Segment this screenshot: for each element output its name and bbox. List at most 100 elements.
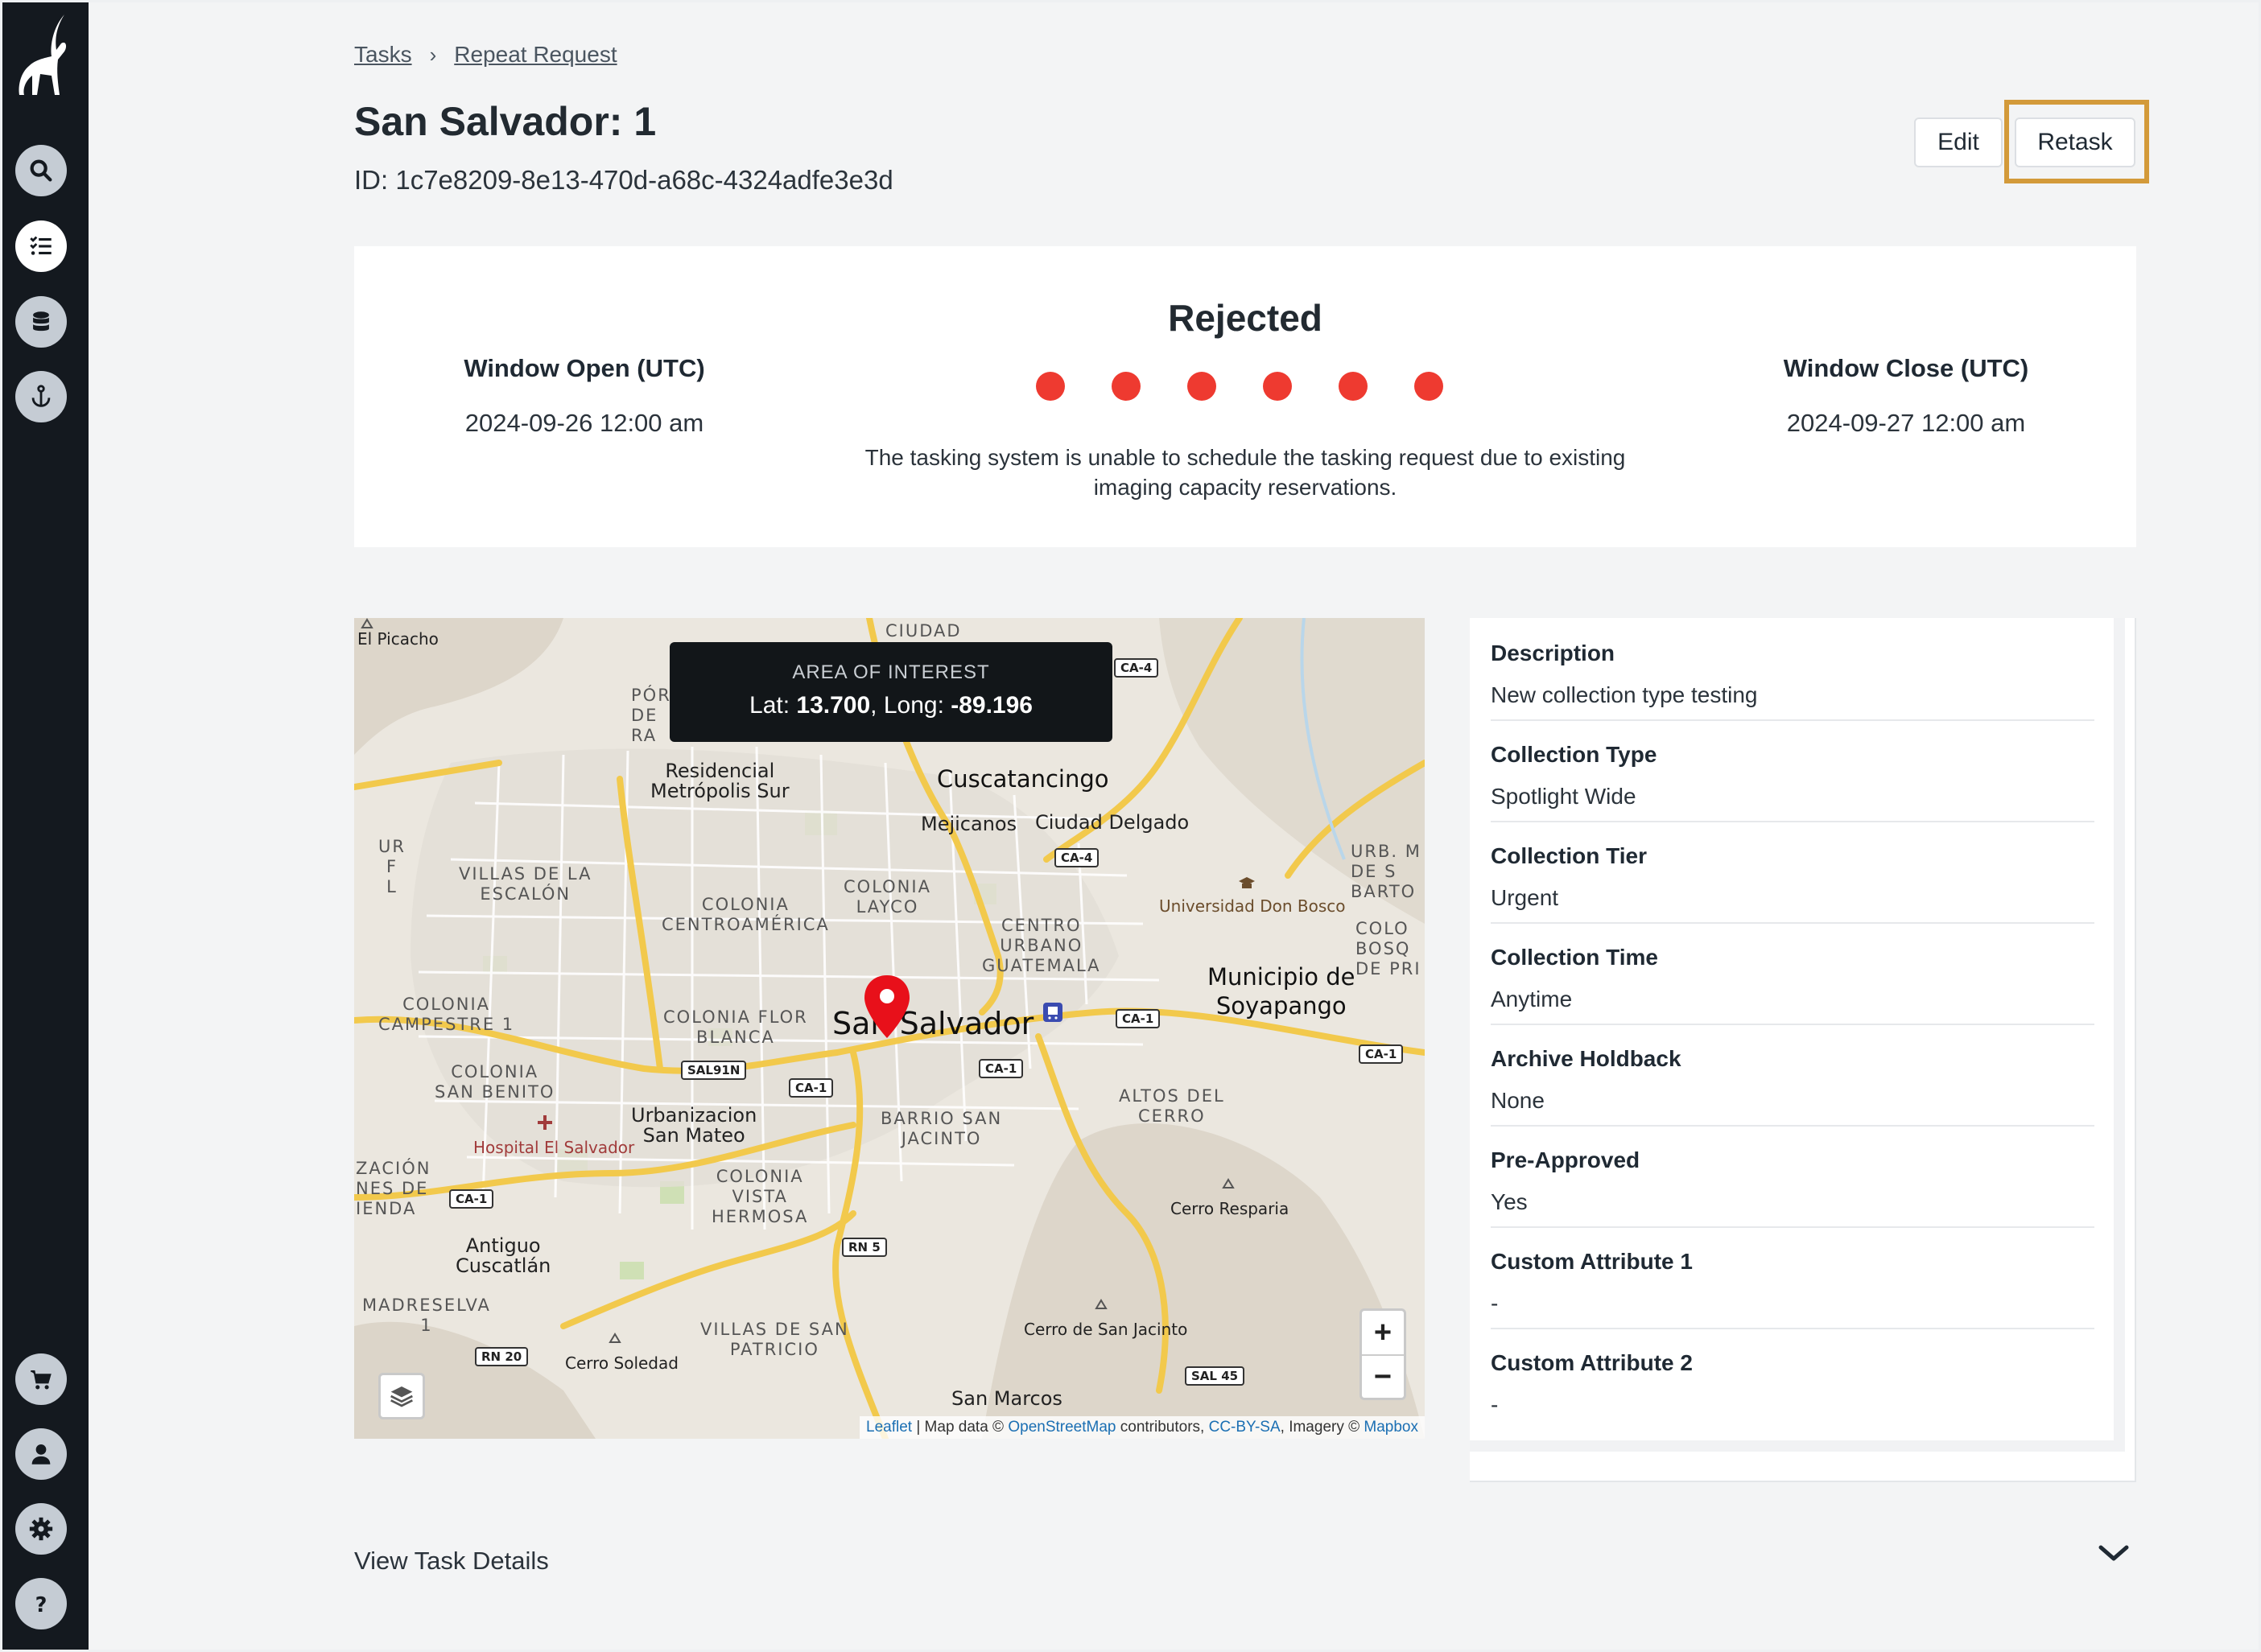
zoom-out-button[interactable]: − [1362, 1355, 1404, 1399]
help-nav-button[interactable]: ? [15, 1578, 67, 1629]
map-label-universidad: Universidad Don Bosco [1159, 896, 1346, 916]
openstreetmap-link[interactable]: OpenStreetMap [1008, 1419, 1116, 1436]
detail-label: Collection Time [1491, 945, 1658, 970]
detail-value: New collection type testing [1491, 682, 1758, 707]
help-icon: ? [35, 1593, 47, 1617]
detail-label: Description [1491, 641, 1615, 665]
map-label-colonia-vista-hermosa: COLONIA VISTA HERMOSA [712, 1167, 809, 1226]
status-title: Rejected [1168, 297, 1322, 339]
status-progress-dots [1036, 372, 1443, 401]
map-label-municipio-soyapango: Municipio de Soyapango [1207, 963, 1355, 1020]
svg-text:?: ? [35, 1593, 47, 1617]
tooltip-coordinates: Lat: 13.700, Long: -89.196 [670, 692, 1112, 719]
attribution-text: , Imagery © [1280, 1419, 1364, 1436]
map-label-madreselva: MADRESELVA 1 [362, 1296, 491, 1335]
database-icon [33, 311, 49, 332]
tasks-nav-button[interactable] [15, 220, 67, 272]
map-label-villas-san-patricio: VILLAS DE SAN PATRICIO [700, 1320, 849, 1359]
breadcrumb-current-link[interactable]: Repeat Request [454, 42, 617, 67]
lat-value: 13.700 [796, 692, 871, 719]
detail-collection-tier: Collection Tier Urgent [1491, 821, 2094, 924]
detail-archive-holdback: Archive Holdback None [1491, 1024, 2094, 1127]
search-icon [30, 159, 52, 182]
peak-icon [609, 1333, 621, 1343]
detail-label: Custom Attribute 1 [1491, 1249, 1693, 1274]
status-dot [1414, 372, 1443, 401]
view-task-details-toggle[interactable]: View Task Details [354, 1547, 549, 1576]
retask-button[interactable]: Retask [2015, 117, 2135, 167]
road-shield-ca1: CA-1 [1116, 1009, 1161, 1028]
breadcrumb-tasks-link[interactable]: Tasks [354, 42, 412, 67]
anchor-icon [31, 385, 51, 407]
road-shield-ca1: CA-1 [789, 1078, 834, 1098]
location-pin-icon[interactable] [861, 974, 913, 1041]
detail-value: None [1491, 1088, 1545, 1113]
settings-nav-button[interactable] [15, 1503, 67, 1555]
gear-icon [29, 1517, 53, 1541]
detail-label: Pre-Approved [1491, 1147, 1640, 1172]
long-value: -89.196 [951, 692, 1033, 719]
status-dot [1112, 372, 1141, 401]
map-label-por: PÓR DE RA [631, 686, 671, 745]
edit-button[interactable]: Edit [1914, 117, 2003, 167]
task-id: ID: 1c7e8209-8e13-470d-a68c-4324adfe3e3d [354, 165, 893, 195]
detail-label: Collection Tier [1491, 843, 1647, 868]
database-nav-button[interactable] [15, 296, 67, 348]
ibex-logo-icon[interactable] [8, 11, 77, 100]
area-of-interest-map[interactable]: El Picacho CIUDAD PÓR DE RA Residencial … [354, 618, 1425, 1439]
peak-icon [361, 618, 373, 628]
detail-value: - [1491, 1392, 1499, 1417]
long-label: , Long: [870, 692, 951, 719]
leaflet-link[interactable]: Leaflet [866, 1419, 912, 1436]
detail-label: Custom Attribute 2 [1491, 1350, 1693, 1375]
map-label-colonia-campestre: COLONIA CAMPESTRE 1 [378, 995, 515, 1034]
details-list: Description New collection type testing C… [1470, 618, 2125, 1452]
sidebar: ? [0, 0, 89, 1652]
road-shield-rn20: RN 20 [475, 1347, 529, 1366]
map-label-cuscatancingo: Cuscatancingo [937, 765, 1109, 793]
road-shield-rn5: RN 5 [842, 1238, 887, 1257]
detail-value: - [1491, 1291, 1499, 1316]
map-label-ciudad: CIUDAD [885, 621, 962, 641]
breadcrumb-separator: › [429, 43, 437, 67]
task-list-icon [30, 236, 52, 255]
map-label-colonia-san-benito: COLONIA SAN BENITO [435, 1062, 555, 1102]
university-icon [1239, 877, 1255, 888]
road-shield-sal91n: SAL91N [681, 1061, 747, 1080]
layers-button[interactable] [378, 1373, 425, 1419]
chevron-down-icon[interactable] [2098, 1541, 2130, 1565]
cart-icon [31, 1370, 52, 1390]
map-label-villas-escalon: VILLAS DE LA ESCALÓN [459, 864, 592, 904]
map-label-urb: URB. M DE S BARTO [1351, 842, 1421, 901]
zoom-control: + − [1359, 1308, 1406, 1400]
road-shield-ca1: CA-1 [1359, 1044, 1404, 1064]
map-label-cerro-san-jacinto: Cerro de San Jacinto [1024, 1320, 1188, 1339]
map-label-ur: UR F L [378, 837, 406, 896]
peak-icon [1095, 1299, 1108, 1309]
map-label-antiguo-cuscatlan: Antiguo Cuscatlán [456, 1234, 551, 1277]
map-label-barrio-san-jacinto: BARRIO SAN JACINTO [881, 1109, 1003, 1148]
user-nav-button[interactable] [15, 1428, 67, 1480]
window-open-value: 2024-09-26 12:00 am [464, 409, 704, 437]
detail-collection-time: Collection Time Anytime [1491, 922, 2094, 1025]
breadcrumb: Tasks › Repeat Request [354, 42, 617, 68]
detail-value: Spotlight Wide [1491, 784, 1636, 809]
lat-label: Lat: [749, 692, 797, 719]
mapbox-link[interactable]: Mapbox [1364, 1419, 1418, 1436]
map-label-mejicanos: Mejicanos [921, 813, 1017, 835]
anchor-nav-button[interactable] [15, 371, 67, 422]
attribution-text: contributors, [1116, 1419, 1209, 1436]
map-label-cerro-soledad: Cerro Soledad [565, 1353, 679, 1373]
status-dot [1339, 372, 1368, 401]
peak-icon [1222, 1178, 1235, 1189]
map-label-colonia-centroamerica: COLONIA CENTROAMÉRICA [662, 895, 830, 934]
zoom-in-button[interactable]: + [1362, 1311, 1404, 1356]
license-link[interactable]: CC-BY-SA [1209, 1419, 1281, 1436]
cart-nav-button[interactable] [15, 1353, 67, 1405]
window-close-value: 2024-09-27 12:00 am [1786, 409, 2026, 437]
search-nav-button[interactable] [15, 145, 67, 196]
map-label-residencial: Residencial Metrópolis Sur [650, 760, 790, 802]
detail-description: Description New collection type testing [1491, 618, 2094, 721]
map-label-colonia-layco: COLONIA LAYCO [844, 877, 931, 917]
status-dot [1187, 372, 1216, 401]
